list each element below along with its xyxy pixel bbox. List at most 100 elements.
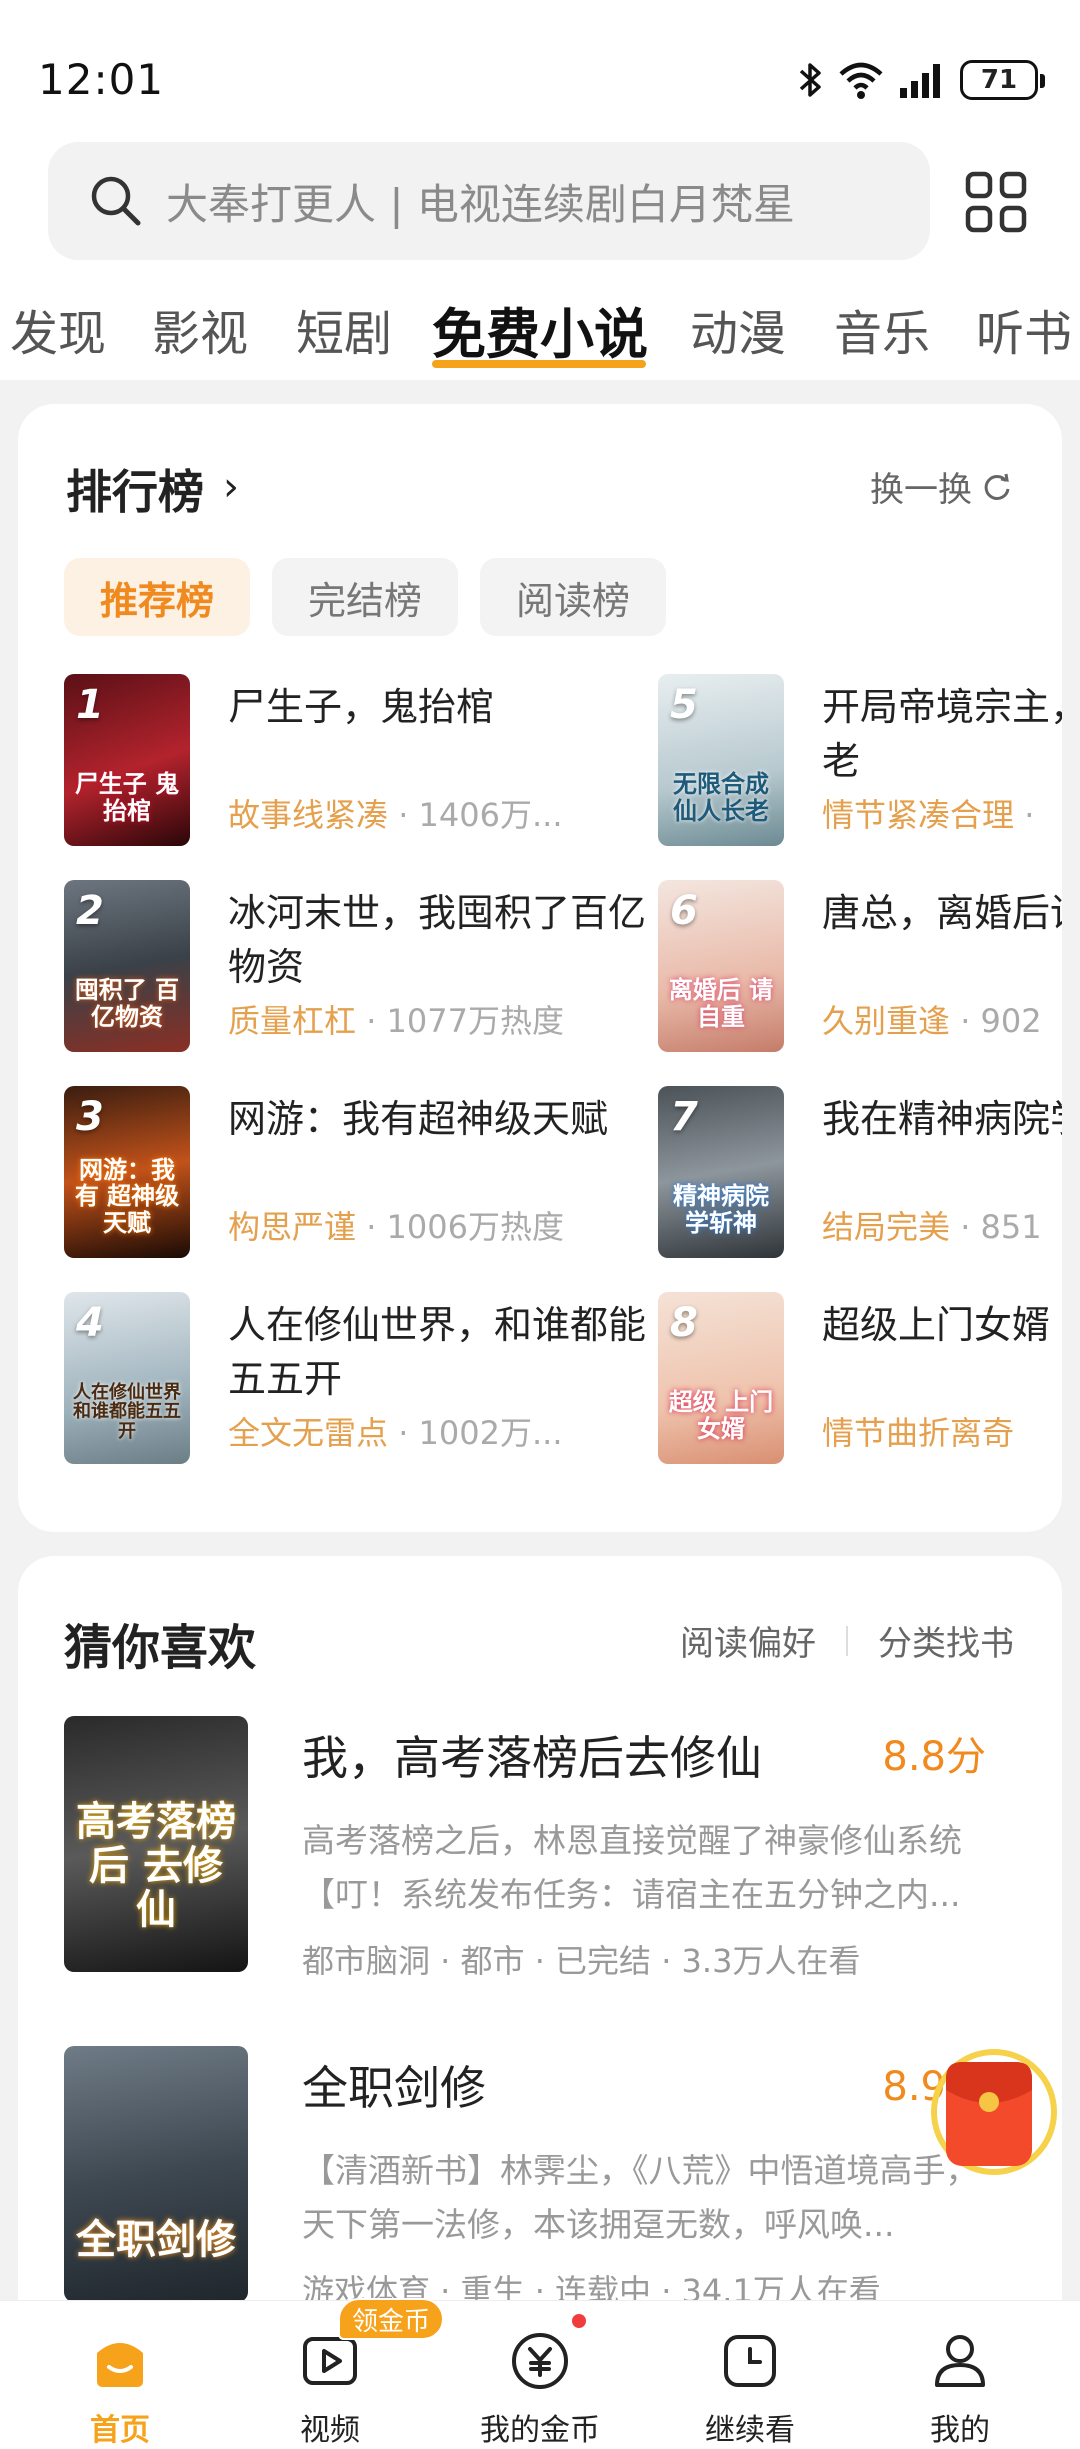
divider: [846, 1625, 848, 1656]
nav-label: 我的金币: [480, 2413, 600, 2448]
nav-label: 继续看: [705, 2413, 795, 2448]
book-score: 8.8分: [882, 1734, 986, 1780]
red-packet-icon[interactable]: [924, 2024, 1060, 2200]
book-meta: 构思严谨 · 1006万热度: [228, 1208, 564, 1246]
nav-profile[interactable]: 我的: [880, 2301, 1040, 2449]
clock-icon: [724, 2335, 776, 2387]
book-tag: 情节曲折离奇: [822, 1414, 1015, 1452]
book-title: 超级上门女婿: [822, 1303, 1051, 1347]
status-bar: 12:01 71: [0, 0, 1080, 140]
refresh-button[interactable]: 换一换: [870, 462, 1012, 511]
book-meta: 故事线紧凑 · 1406万...: [228, 796, 563, 834]
book-meta: 结局完美 · 851: [822, 1208, 1042, 1246]
cover-title: 无限合成 仙人长老: [673, 770, 769, 825]
cover-title: 网游：我有 超神级天赋: [74, 1155, 180, 1237]
book-heat: 1002万...: [418, 1414, 563, 1452]
book-cover: 1 尸生子 鬼抬棺: [64, 674, 190, 846]
tab-free-novel[interactable]: 免费小说: [432, 290, 648, 369]
coin-icon: [512, 2333, 568, 2389]
bluetooth-icon: [799, 63, 821, 97]
nav-label: 视频: [300, 2413, 360, 2448]
cover-title: 离婚后 请自重: [668, 976, 774, 1031]
nav-label: 首页: [90, 2413, 150, 2448]
chip-completed[interactable]: 完结榜: [272, 558, 459, 636]
book-meta: 情节曲折离奇: [822, 1408, 1062, 1454]
tab-music[interactable]: 音乐: [834, 294, 930, 364]
nav-home[interactable]: 首页: [40, 2301, 200, 2449]
ranking-title[interactable]: 排行榜: [66, 456, 204, 522]
ranking-book-4[interactable]: 4 人在修仙世界 和谁都能五五开 人在修仙世界，和谁都能五五开 全文无雷点 · …: [64, 1292, 664, 1472]
cover-title: 囤积了 百亿物资: [74, 976, 180, 1031]
book-meta: 全文无雷点 · 1002万...: [228, 1414, 563, 1452]
book-title: 尸生子，鬼抬棺: [228, 685, 495, 729]
home-icon: [97, 2343, 143, 2387]
grid-menu-icon[interactable]: [964, 170, 1028, 234]
cover-title: 超级 上门女婿: [668, 1388, 774, 1443]
ranking-book-5[interactable]: 5 无限合成 仙人长老 开局帝境宗主，合成仙人长老 情节紧凑合理 ·: [658, 674, 1062, 854]
refresh-label: 换一换: [870, 470, 972, 510]
book-cover: 4 人在修仙世界 和谁都能五五开: [64, 1292, 190, 1464]
book-tag: 故事线紧凑: [228, 796, 389, 834]
book-meta: 质量杠杠 · 1077万热度: [228, 1002, 564, 1040]
status-icons: 71: [798, 58, 1045, 102]
battery-icon: 71: [960, 60, 1045, 100]
ranking-book-8[interactable]: 8 超级 上门女婿 超级上门女婿 情节曲折离奇: [658, 1292, 1062, 1472]
ranking-book-2[interactable]: 2 囤积了 百亿物资 冰河末世，我囤积了百亿物资 质量杠杠 · 1077万热度: [64, 880, 664, 1060]
nav-coins[interactable]: 我的金币: [460, 2301, 620, 2449]
search-bar[interactable]: 大奉打更人 | 电视连续剧白月梵星: [48, 142, 930, 260]
ranking-book-7[interactable]: 7 精神病院 学斩神 我在精神病院学斩神 结局完美 · 851: [658, 1086, 1062, 1266]
bottom-nav: 首页 视频 我的金币 继续看 我的: [0, 2300, 1080, 2449]
chevron-right-icon[interactable]: ›: [223, 464, 239, 510]
rank-number: 7: [670, 1094, 698, 1140]
cover-title: 人在修仙世界 和谁都能五五开: [73, 1381, 181, 1443]
book-cover: 8 超级 上门女婿: [658, 1292, 784, 1464]
book-heat: 902: [980, 1002, 1042, 1040]
cover-title: 精神病院 学斩神: [673, 1182, 769, 1237]
wifi-icon: [839, 62, 883, 99]
book-description: 【清酒新书】林霁尘，《八荒》中悟道境高手，天下第一法修，本该拥趸无数，呼风唤..…: [302, 2151, 979, 2244]
cover-title: 全职剑修: [76, 2217, 236, 2263]
tab-audiobook[interactable]: 听书: [976, 294, 1072, 364]
chip-recommended[interactable]: 推荐榜: [64, 558, 251, 636]
rank-number: 2: [76, 888, 104, 934]
ranking-chips: 推荐榜 完结榜 阅读榜: [64, 558, 667, 636]
book-tag: 构思严谨: [228, 1208, 357, 1246]
category-tabs: 发现 影视 短剧 免费小说 动漫 音乐 听书: [0, 282, 1080, 372]
book-tag: 质量杠杠: [228, 1002, 357, 1040]
notification-dot: [572, 2314, 586, 2328]
book-tag: 全文无雷点: [228, 1414, 389, 1452]
book-meta: 情节紧凑合理 ·: [822, 796, 1035, 834]
search-icon: [91, 176, 141, 226]
search-placeholder: 大奉打更人 | 电视连续剧白月梵星: [166, 179, 795, 229]
collect-coins-badge[interactable]: 领金币: [338, 2298, 445, 2340]
recommend-item-2[interactable]: 全职剑修 全职剑修 8.9分 【清酒新书】林霁尘，《八荒》中悟道境高手，天下第一…: [64, 2046, 1024, 2316]
recommend-title: 猜你喜欢: [64, 1620, 257, 1676]
reading-preference-link[interactable]: 阅读偏好: [680, 1616, 816, 1665]
book-heat: 1006万热度: [386, 1208, 564, 1246]
signal-icon: [900, 64, 940, 98]
ranking-book-3[interactable]: 3 网游：我有 超神级天赋 网游：我有超神级天赋 构思严谨 · 1006万热度: [64, 1086, 664, 1266]
tab-short-drama[interactable]: 短剧: [296, 294, 392, 364]
book-meta: 久别重逢 · 902: [822, 1002, 1042, 1040]
rank-number: 5: [670, 682, 698, 728]
top-bar: 12:01 71 大奉打更人 | 电视连续剧白月梵星 发现 影视 短剧 免费小说…: [0, 0, 1080, 380]
tab-anime[interactable]: 动漫: [690, 294, 786, 364]
book-heat: 1406万...: [418, 796, 563, 834]
nav-continue[interactable]: 继续看: [670, 2301, 830, 2449]
tab-video[interactable]: 影视: [152, 294, 248, 364]
tab-discover[interactable]: 发现: [10, 294, 106, 364]
recommend-item-1[interactable]: 高考落榜后 去修仙 我，高考落榜后去修仙 8.8分 高考落榜之后，林恩直接觉醒了…: [64, 1716, 1024, 1986]
chip-reading[interactable]: 阅读榜: [480, 558, 667, 636]
ranking-book-1[interactable]: 1 尸生子 鬼抬棺 尸生子，鬼抬棺 故事线紧凑 · 1406万...: [64, 674, 664, 854]
status-time: 12:01: [38, 55, 165, 104]
book-cover: 高考落榜后 去修仙: [64, 1716, 248, 1972]
book-tag: 情节紧凑合理: [822, 796, 1015, 834]
recommend-links: 阅读偏好 分类找书: [680, 1616, 1014, 1665]
book-title: 唐总，离婚后请自重: [822, 891, 1062, 935]
book-title: 人在修仙世界，和谁都能五五开: [228, 1303, 647, 1401]
ranking-book-6[interactable]: 6 离婚后 请自重 唐总，离婚后请自重 久别重逢 · 902: [658, 880, 1062, 1060]
book-cover: 全职剑修: [64, 2046, 248, 2302]
book-title: 冰河末世，我囤积了百亿物资: [228, 891, 647, 989]
cover-title: 高考落榜后 去修仙: [76, 1799, 236, 1933]
category-search-link[interactable]: 分类找书: [878, 1616, 1014, 1665]
